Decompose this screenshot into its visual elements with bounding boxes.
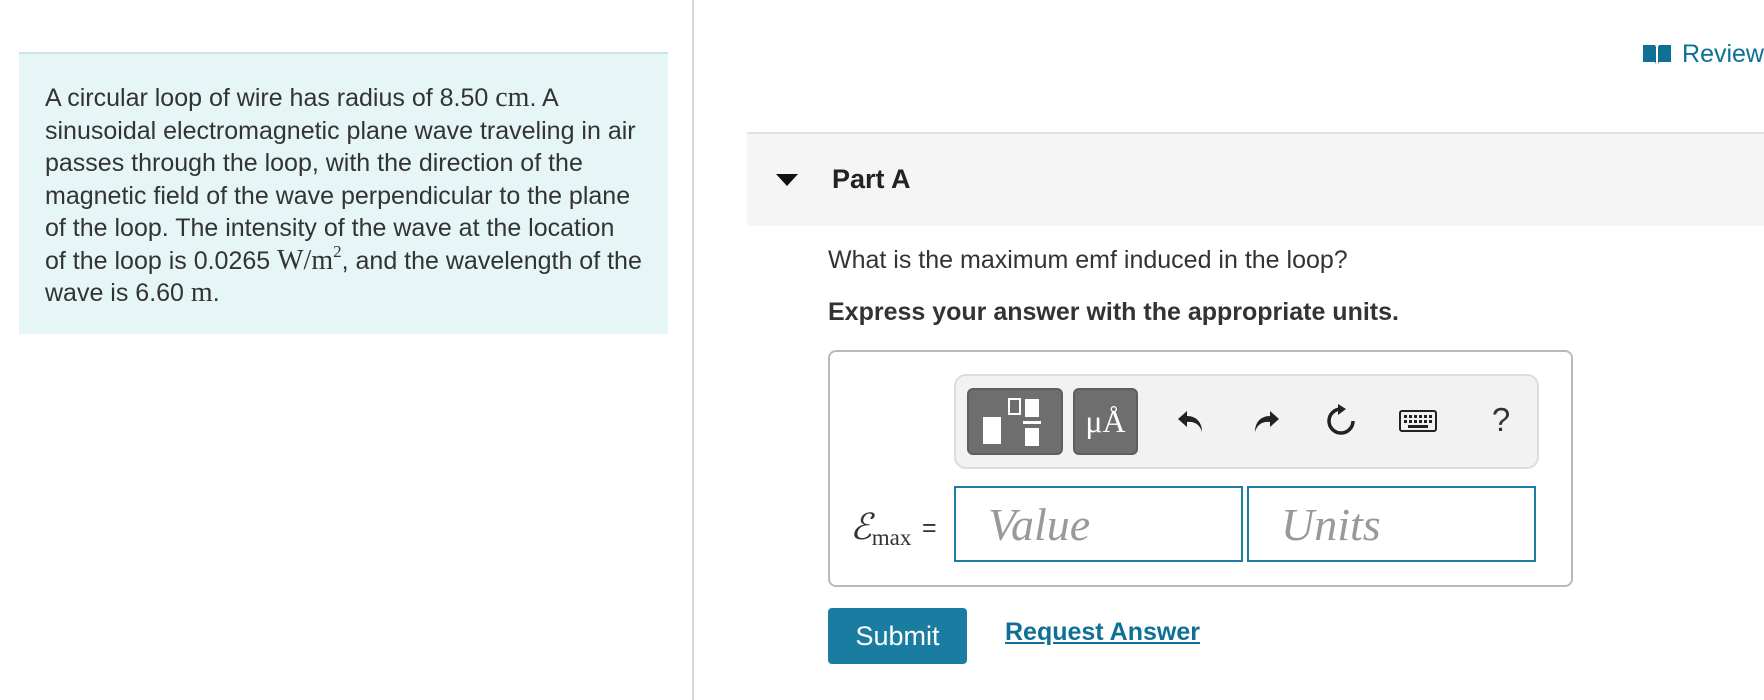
undo-icon[interactable]: [1171, 401, 1211, 441]
submit-button[interactable]: Submit: [828, 608, 967, 664]
fraction-template-icon: [983, 398, 1041, 446]
reset-icon[interactable]: [1321, 401, 1361, 441]
equals-sign: =: [922, 514, 937, 542]
value-input[interactable]: [954, 486, 1243, 562]
redo-icon[interactable]: [1246, 401, 1286, 441]
unit-intensity: W/m2: [277, 241, 342, 276]
answer-box: μÅ ? ℰmax = Value Units: [828, 350, 1573, 587]
part-header[interactable]: Part A: [747, 132, 1764, 226]
problem-text-4: .: [212, 279, 220, 307]
left-pane: A circular loop of wire has radius of 8.…: [0, 0, 694, 700]
problem-text-1: A circular loop of wire has radius of 8.…: [45, 84, 496, 112]
emf-symbol-subscript: max: [871, 525, 912, 550]
book-icon: [1642, 42, 1672, 66]
unit-intensity-exponent: 2: [333, 241, 342, 261]
caret-down-icon[interactable]: [776, 174, 798, 186]
unit-cm: cm: [495, 82, 530, 113]
help-button[interactable]: ?: [1481, 400, 1521, 440]
review-label: Review: [1682, 39, 1764, 68]
templates-button[interactable]: [967, 388, 1063, 455]
review-link[interactable]: Review: [1642, 38, 1764, 70]
keyboard-icon[interactable]: [1396, 401, 1440, 441]
instruction-text: Express your answer with the appropriate…: [828, 298, 1399, 326]
unit-intensity-base: W/m: [277, 244, 334, 276]
math-toolbar: μÅ ?: [954, 374, 1539, 469]
units-button[interactable]: μÅ: [1073, 388, 1138, 455]
question-text: What is the maximum emf induced in the l…: [828, 246, 1348, 274]
units-input[interactable]: [1247, 486, 1536, 562]
part-title: Part A: [832, 164, 911, 194]
problem-statement: A circular loop of wire has radius of 8.…: [19, 52, 668, 334]
emf-symbol-main: ℰ: [850, 507, 872, 547]
emf-symbol: ℰmax: [850, 506, 911, 551]
request-answer-link[interactable]: Request Answer: [1005, 618, 1200, 647]
unit-m: m: [190, 277, 213, 308]
